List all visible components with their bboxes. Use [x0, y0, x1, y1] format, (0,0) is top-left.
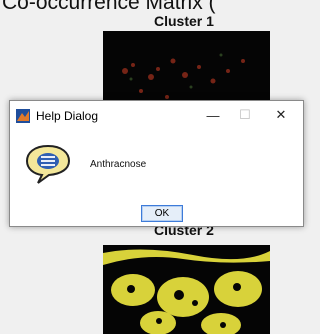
matlab-icon — [16, 109, 30, 123]
dialog-title: Help Dialog — [36, 109, 99, 123]
cluster1-spots — [103, 31, 270, 111]
help-speech-bubble-icon — [24, 143, 72, 185]
ok-button[interactable]: OK — [141, 205, 183, 222]
minimize-button[interactable]: — — [198, 105, 228, 125]
dialog-titlebar[interactable]: Help Dialog — ☐ ✕ — [10, 101, 303, 129]
close-button[interactable]: ✕ — [266, 105, 296, 125]
maximize-button[interactable]: ☐ — [230, 105, 260, 125]
cluster1-image — [103, 31, 270, 111]
cluster2-image — [103, 245, 270, 334]
help-dialog: Help Dialog — ☐ ✕ Anthracnose OK — [9, 100, 304, 227]
cluster1-title: Cluster 1 — [154, 13, 214, 29]
dialog-message: Anthracnose — [90, 159, 147, 170]
cluster2-leaf — [103, 245, 270, 334]
